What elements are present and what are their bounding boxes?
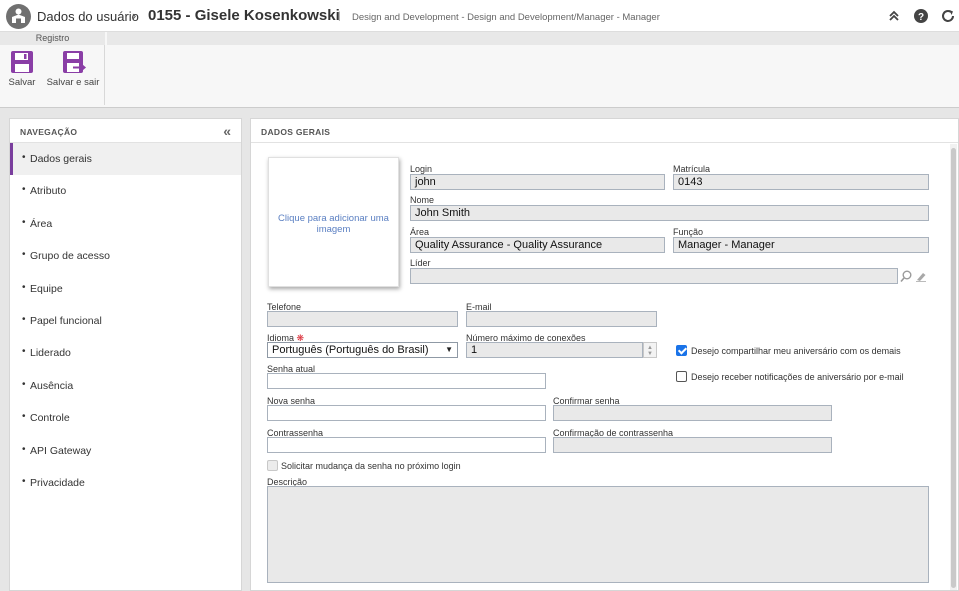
title-divider: | (338, 11, 341, 22)
lider-field[interactable] (410, 268, 898, 284)
clear-eraser-icon[interactable] (914, 269, 928, 283)
nav-item-atributo[interactable]: • Atributo (10, 175, 241, 207)
nav-item-label: Área (30, 217, 53, 230)
nav-item-label: Ausência (30, 379, 74, 392)
nav-item-label: Privacidade (30, 476, 85, 489)
bullet-icon: • (22, 281, 26, 293)
nav-item-label: Grupo de acesso (30, 250, 110, 263)
matricula-label: Matrícula (673, 164, 711, 174)
funcao-field[interactable]: Manager - Manager (673, 237, 929, 253)
bullet-icon: • (22, 152, 26, 163)
funcao-label: Função (673, 227, 704, 237)
save-and-exit-label: Salvar e sair (46, 77, 100, 88)
max-connections-field[interactable]: 1 (466, 342, 643, 358)
bullet-icon: • (22, 184, 26, 196)
nav-item-label: Equipe (30, 282, 63, 295)
telefone-field[interactable] (267, 311, 458, 327)
nav-item-label: Atributo (30, 185, 67, 198)
scrollbar-thumb[interactable] (951, 148, 956, 588)
idioma-select[interactable]: Português (Português do Brasil) ▼ (267, 342, 458, 358)
vertical-scrollbar[interactable] (950, 144, 957, 590)
bullet-icon: • (22, 378, 26, 390)
counter-password-field[interactable] (267, 437, 546, 453)
nav-item-label: Liderado (30, 347, 71, 360)
refresh-icon[interactable] (940, 8, 956, 24)
bullet-icon: • (22, 313, 26, 325)
help-icon[interactable]: ? (913, 8, 929, 24)
receive-birthday-label[interactable]: Desejo receber notificações de aniversár… (691, 372, 904, 382)
ribbon-group-label: Registro (0, 32, 105, 45)
nav-item-label: API Gateway (30, 444, 92, 457)
login-label: Login (410, 164, 433, 174)
nav-item-controle[interactable]: • Controle (10, 402, 241, 434)
confirm-counter-password-field[interactable] (553, 437, 832, 453)
user-department-path: Design and Development - Design and Deve… (352, 12, 660, 23)
bullet-icon: • (22, 475, 26, 487)
search-icon[interactable] (899, 269, 913, 283)
svg-text:?: ? (918, 12, 924, 23)
bullet-icon: • (22, 216, 26, 228)
change-password-checkbox[interactable] (267, 460, 278, 471)
add-image-link[interactable]: Clique para adicionar uma imagem (277, 213, 390, 235)
nav-item-api-gateway[interactable]: • API Gateway (10, 435, 241, 467)
receive-birthday-checkbox[interactable] (676, 371, 687, 382)
nav-item-label: Papel funcional (30, 314, 102, 327)
nome-label: Nome (410, 195, 435, 205)
save-exit-icon (63, 51, 87, 73)
page-title: 0155 - Gisele Kosenkowski (148, 7, 340, 24)
app-logo-icon[interactable] (6, 4, 31, 29)
nav-item-label: Dados gerais (30, 153, 92, 165)
share-birthday-checkbox[interactable] (676, 345, 687, 356)
nav-item-dados-gerais[interactable]: • Dados gerais (10, 143, 241, 176)
nav-item-area[interactable]: • Área (10, 208, 241, 240)
connections-stepper[interactable]: ▲ ▼ (643, 342, 657, 358)
description-textarea[interactable] (267, 486, 929, 583)
navigation-panel: NAVEGAÇÃO « • Dados gerais • Atributo • … (9, 118, 242, 591)
confirm-password-field[interactable] (553, 405, 832, 421)
dropdown-arrow-icon: ▼ (445, 345, 453, 354)
area-label: Área (410, 227, 430, 237)
collapse-up-icon[interactable] (886, 8, 902, 24)
collapse-panel-icon[interactable]: « (223, 123, 231, 139)
ribbon-tab-strip (107, 32, 959, 45)
new-password-field[interactable] (267, 405, 546, 421)
breadcrumb-root[interactable]: Dados do usuário (37, 9, 139, 24)
current-password-field[interactable] (267, 373, 546, 389)
nav-item-ausencia[interactable]: • Ausência (10, 370, 241, 402)
general-data-title: DADOS GERAIS (261, 127, 331, 137)
change-password-label[interactable]: Solicitar mudança da senha no próximo lo… (281, 461, 461, 471)
nav-item-papel-funcional[interactable]: • Papel funcional (10, 305, 241, 337)
nav-item-liderado[interactable]: • Liderado (10, 337, 241, 369)
breadcrumb-chevron-icon: › (132, 8, 137, 23)
ribbon-toolbar: Registro Salvar Salvar e sair (0, 32, 959, 108)
save-button-label: Salvar (8, 77, 36, 88)
nav-item-equipe[interactable]: • Equipe (10, 273, 241, 305)
nav-item-grupo-de-acesso[interactable]: • Grupo de acesso (10, 240, 241, 272)
navigation-header: NAVEGAÇÃO « (10, 119, 241, 143)
matricula-field[interactable]: 0143 (673, 174, 929, 190)
floppy-disk-icon (11, 51, 33, 73)
share-birthday-label[interactable]: Desejo compartilhar meu aniversário com … (691, 346, 901, 356)
lider-label: Líder (410, 258, 431, 268)
ribbon-divider (104, 45, 105, 105)
bullet-icon: • (22, 346, 26, 358)
email-field[interactable] (466, 311, 657, 327)
general-data-header: DADOS GERAIS (251, 119, 958, 143)
nav-item-label: Controle (30, 412, 70, 425)
save-and-exit-button[interactable]: Salvar e sair (46, 50, 100, 88)
user-photo-placeholder[interactable]: Clique para adicionar uma imagem (268, 157, 399, 287)
login-field[interactable]: john (410, 174, 665, 190)
bullet-icon: • (22, 411, 26, 423)
save-button[interactable]: Salvar (6, 50, 38, 88)
bullet-icon: • (22, 249, 26, 261)
nome-field[interactable]: John Smith (410, 205, 929, 221)
nav-item-privacidade[interactable]: • Privacidade (10, 467, 241, 499)
area-field[interactable]: Quality Assurance - Quality Assurance (410, 237, 665, 253)
stepper-down-icon[interactable]: ▼ (647, 351, 653, 357)
title-bar: Dados do usuário › 0155 - Gisele Kosenko… (0, 0, 959, 32)
navigation-title: NAVEGAÇÃO (20, 127, 78, 137)
bullet-icon: • (22, 443, 26, 455)
navigation-list: • Dados gerais • Atributo • Área • Grupo… (10, 143, 241, 499)
idioma-selected-value: Português (Português do Brasil) (272, 344, 429, 356)
